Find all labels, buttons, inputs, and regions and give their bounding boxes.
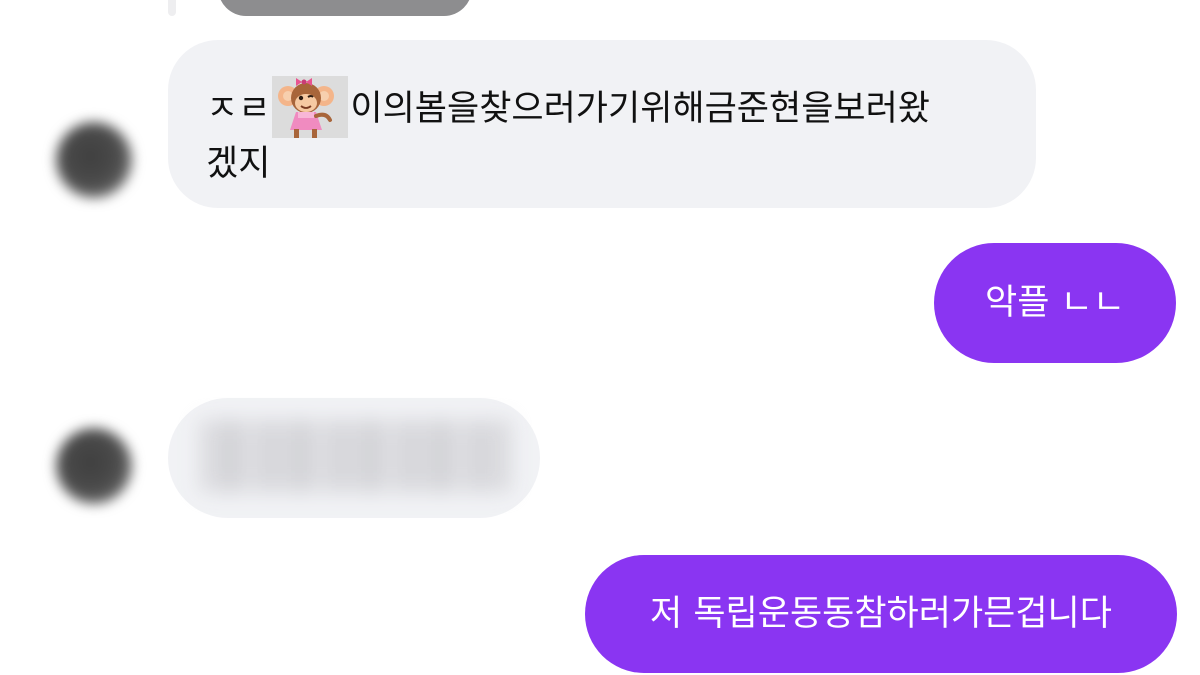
sender-avatar[interactable] — [56, 428, 132, 504]
message-text: 저 독립운동동참하러가믄겁니다 — [650, 594, 1112, 634]
message-line-1: ㅈㄹ 이의봄을찾으러가기위해금준현을보러왔 — [206, 76, 1000, 138]
message-text-line-2: 겠지 — [206, 144, 271, 184]
message-text: 악플 ㄴㄴ — [985, 283, 1125, 323]
redacted-text-blur — [200, 420, 510, 492]
outgoing-message-bubble[interactable]: 악플 ㄴㄴ — [934, 243, 1176, 363]
message-text-line-1: 이의봄을찾으러가기위해금준현을보러왔 — [350, 89, 931, 129]
incoming-message-bubble[interactable]: ㅈㄹ 이의봄을찾으러가기위해금준현을보러왔 겠지 — [168, 40, 1036, 208]
previous-message-bubble[interactable] — [218, 0, 472, 16]
sender-avatar[interactable] — [56, 122, 132, 198]
outgoing-message-bubble[interactable]: 저 독립운동동참하러가믄겁니다 — [585, 555, 1177, 673]
message-prefix: ㅈㄹ — [206, 89, 271, 129]
thread-connector — [168, 0, 176, 16]
chat-thread: ㅈㄹ 이의봄을찾으러가기위해금준현을보러왔 겠지 악플 ㄴㄴ 저 독립운동동참하… — [0, 0, 1200, 675]
monkey-sticker-icon — [272, 76, 349, 138]
